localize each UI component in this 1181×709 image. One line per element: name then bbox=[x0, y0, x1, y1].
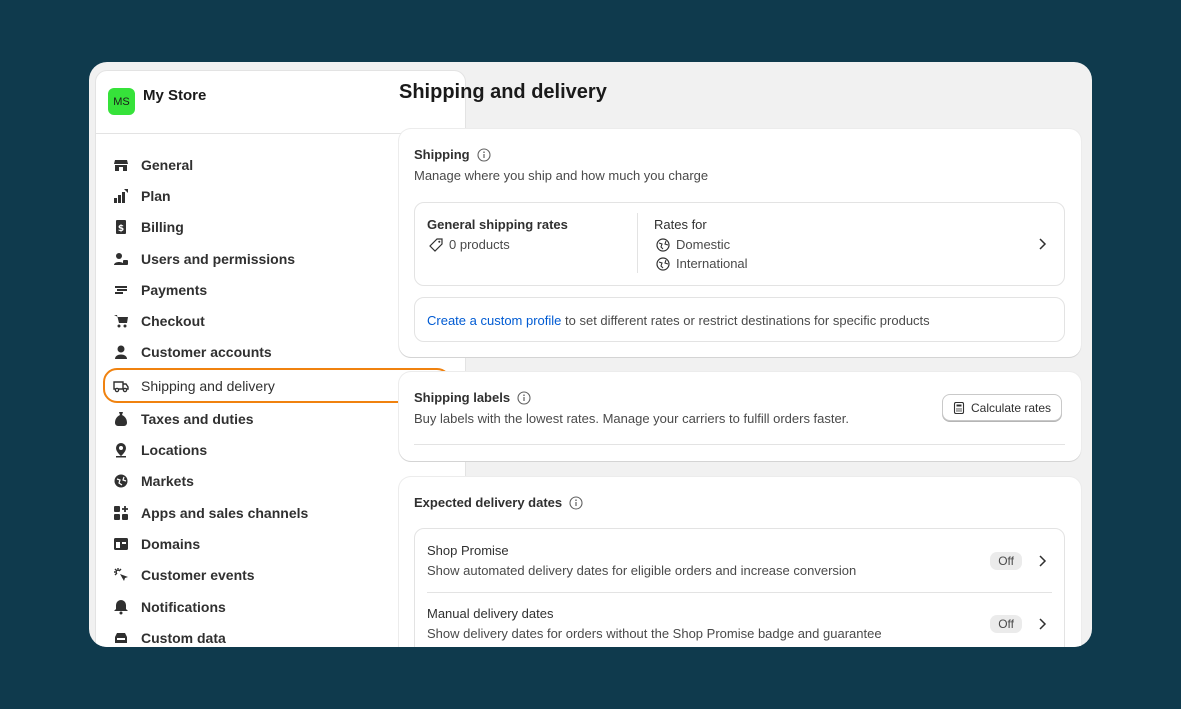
sidebar-item-label: Shipping and delivery bbox=[141, 377, 275, 394]
calculator-icon bbox=[953, 401, 965, 414]
destination-international: International bbox=[656, 256, 748, 271]
create-custom-profile-link[interactable]: Create a custom profile bbox=[427, 313, 561, 328]
shop-promise-row[interactable]: Shop Promise Show automated delivery dat… bbox=[415, 529, 1064, 592]
rates-for-label: Rates for bbox=[654, 217, 707, 232]
globe-icon bbox=[656, 256, 670, 271]
sidebar-item-label: Taxes and duties bbox=[141, 410, 254, 427]
delivery-options-box: Shop Promise Show automated delivery dat… bbox=[414, 528, 1065, 647]
cursor-click-icon bbox=[113, 567, 129, 583]
manual-delivery-row[interactable]: Manual delivery dates Show delivery date… bbox=[415, 593, 1064, 647]
billing-icon: $ bbox=[113, 219, 129, 235]
row-title: Manual delivery dates bbox=[427, 606, 554, 621]
globe-icon bbox=[113, 473, 129, 489]
row-subtitle: Show delivery dates for orders without t… bbox=[427, 626, 882, 641]
destination-label: International bbox=[676, 256, 748, 271]
person-icon bbox=[113, 344, 129, 360]
sidebar-item-label: General bbox=[141, 156, 194, 173]
general-rates-row[interactable]: General shipping rates 0 products Rates … bbox=[414, 202, 1065, 286]
chevron-right-icon bbox=[1039, 618, 1047, 630]
custom-profile-text-row: Create a custom profile to set different… bbox=[427, 313, 930, 328]
info-icon[interactable] bbox=[477, 147, 491, 162]
calculate-rates-button[interactable]: Calculate rates bbox=[942, 394, 1063, 421]
labels-title-row: Shipping labels bbox=[414, 390, 531, 405]
apps-icon bbox=[113, 505, 129, 521]
plan-icon bbox=[113, 188, 129, 204]
sidebar-item-label: Notifications bbox=[141, 598, 226, 615]
main-content: Shipping and delivery Shipping Manage wh… bbox=[399, 62, 1092, 647]
divider bbox=[637, 213, 638, 273]
sidebar-item-label: Domains bbox=[141, 535, 201, 552]
sidebar-item-label: Plan bbox=[141, 187, 171, 204]
page-title: Shipping and delivery bbox=[399, 81, 607, 103]
row-subtitle: Show automated delivery dates for eligib… bbox=[427, 563, 857, 578]
cart-icon bbox=[113, 313, 129, 329]
info-icon[interactable] bbox=[569, 495, 583, 510]
general-rates-title: General shipping rates bbox=[427, 217, 568, 232]
chevron-right-icon bbox=[1039, 555, 1047, 567]
products-count-row: 0 products bbox=[429, 237, 510, 252]
shipping-card: Shipping Manage where you ship and how m… bbox=[399, 129, 1081, 357]
sidebar-item-label: Checkout bbox=[141, 313, 205, 330]
shipping-labels-card: Shipping labels Buy labels with the lowe… bbox=[399, 372, 1081, 461]
divider bbox=[414, 444, 1065, 445]
sidebar-item-label: Locations bbox=[141, 442, 208, 459]
tax-icon bbox=[113, 411, 129, 427]
delivery-dates-card: Expected delivery dates Shop Promise Sho… bbox=[399, 477, 1081, 647]
payments-icon bbox=[113, 282, 129, 298]
shipping-title: Shipping bbox=[414, 147, 470, 162]
info-icon[interactable] bbox=[517, 390, 531, 405]
status-badge: Off bbox=[990, 552, 1022, 570]
sidebar-item-label: Users and permissions bbox=[141, 250, 296, 267]
truck-icon bbox=[113, 378, 129, 394]
svg-text:$: $ bbox=[118, 224, 124, 234]
destination-label: Domestic bbox=[676, 237, 731, 252]
custom-profile-row: Create a custom profile to set different… bbox=[414, 297, 1065, 342]
row-title: Shop Promise bbox=[427, 543, 509, 558]
database-icon bbox=[113, 630, 129, 646]
labels-subtitle: Buy labels with the lowest rates. Manage… bbox=[414, 411, 849, 426]
chevron-right-icon bbox=[1039, 238, 1047, 250]
settings-window: MS My Store General Plan $ Billing Users… bbox=[89, 62, 1092, 647]
sidebar-item-label: Markets bbox=[141, 473, 194, 490]
custom-profile-text: to set different rates or restrict desti… bbox=[561, 313, 930, 328]
delivery-title: Expected delivery dates bbox=[414, 495, 563, 510]
shipping-title-row: Shipping bbox=[414, 147, 491, 162]
delivery-title-row: Expected delivery dates bbox=[414, 495, 583, 510]
sidebar-item-label: Billing bbox=[141, 219, 184, 236]
globe-icon bbox=[656, 237, 670, 252]
store-avatar: MS bbox=[108, 88, 135, 115]
calculate-rates-label: Calculate rates bbox=[971, 400, 1052, 415]
labels-title: Shipping labels bbox=[414, 390, 511, 405]
sidebar-item-label: Customer accounts bbox=[141, 344, 272, 361]
store-name: My Store bbox=[143, 87, 207, 104]
store-icon bbox=[113, 157, 129, 173]
bell-icon bbox=[113, 599, 129, 615]
status-badge: Off bbox=[990, 615, 1022, 633]
domain-icon bbox=[113, 536, 129, 552]
tag-icon bbox=[429, 237, 443, 252]
sidebar-item-label: Customer events bbox=[141, 567, 255, 584]
sidebar-item-label: Payments bbox=[141, 281, 208, 298]
sidebar-item-label: Custom data bbox=[141, 629, 226, 646]
users-icon bbox=[113, 251, 129, 267]
location-icon bbox=[113, 442, 129, 458]
destination-domestic: Domestic bbox=[656, 237, 730, 252]
shipping-subtitle: Manage where you ship and how much you c… bbox=[414, 168, 709, 183]
sidebar-item-label: Apps and sales channels bbox=[141, 504, 309, 521]
products-count: 0 products bbox=[449, 237, 510, 252]
